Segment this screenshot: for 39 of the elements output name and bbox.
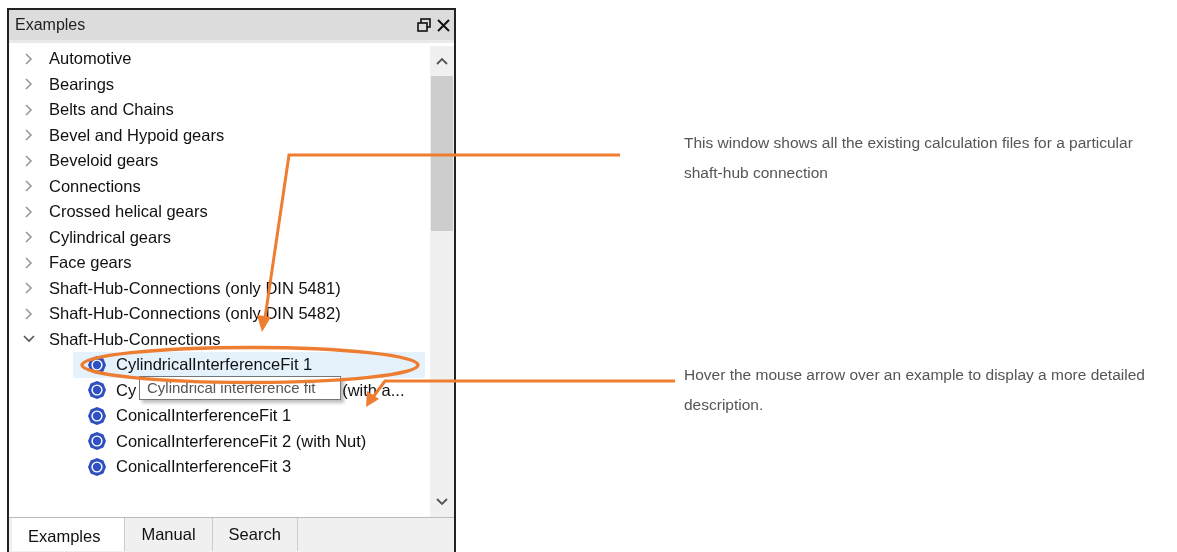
- gear-icon: [87, 431, 107, 452]
- tree-item[interactable]: Crossed helical gears: [49, 202, 208, 222]
- gear-icon: [87, 405, 107, 426]
- tab[interactable]: Examples: [12, 518, 126, 551]
- scroll-up-icon[interactable]: [436, 56, 448, 66]
- scroll-down-icon[interactable]: [436, 497, 448, 507]
- tree-item[interactable]: Cylindrical gears: [49, 227, 171, 247]
- chevron-right-icon[interactable]: [23, 129, 35, 142]
- tree-item[interactable]: Belts and Chains: [49, 100, 174, 120]
- scrollbar[interactable]: [430, 46, 454, 517]
- chevron-right-icon[interactable]: [23, 205, 35, 218]
- tree-item[interactable]: Bevel and Hypoid gears: [49, 125, 225, 145]
- restore-icon[interactable]: [417, 18, 431, 32]
- tree-item[interactable]: Shaft-Hub-Connections: [49, 329, 221, 349]
- chevron-right-icon[interactable]: [23, 231, 35, 244]
- chevron-right-icon[interactable]: [23, 256, 35, 269]
- tree-item[interactable]: ConicalInterferenceFit 1: [73, 403, 425, 429]
- gear-icon: [87, 456, 107, 477]
- tree-item[interactable]: Face gears: [49, 253, 132, 273]
- tree-item[interactable]: Connections: [49, 176, 141, 196]
- tree-item[interactable]: Automotive: [49, 49, 132, 69]
- tree-item[interactable]: ConicalInterferenceFit 2 (with Nut): [73, 428, 425, 454]
- chevron-right-icon[interactable]: [23, 52, 35, 65]
- panel-title: Examples: [15, 16, 87, 34]
- tree-item[interactable]: Shaft-Hub-Connections (only DIN 5482): [49, 304, 341, 324]
- tree-item[interactable]: Beveloid gears: [49, 151, 159, 171]
- chevron-right-icon[interactable]: [23, 180, 35, 193]
- chevron-right-icon[interactable]: [23, 78, 35, 91]
- gear-icon: [87, 380, 107, 401]
- close-icon[interactable]: [437, 18, 450, 32]
- scroll-thumb[interactable]: [431, 76, 453, 231]
- callout-text: This window shows all the existing calculation files for a particular shaft-hub connection: [684, 133, 1134, 183]
- callout-text: Hover the mouse arrow over an example to display a more detailed description.: [684, 365, 1146, 415]
- chevron-right-icon[interactable]: [23, 103, 35, 116]
- chevron-right-icon[interactable]: [23, 282, 35, 295]
- tree-item[interactable]: Bearings: [49, 74, 115, 94]
- tree-item[interactable]: ConicalInterferenceFit 3: [73, 454, 425, 480]
- chevron-right-icon[interactable]: [23, 154, 35, 167]
- chevron-right-icon[interactable]: [23, 307, 35, 320]
